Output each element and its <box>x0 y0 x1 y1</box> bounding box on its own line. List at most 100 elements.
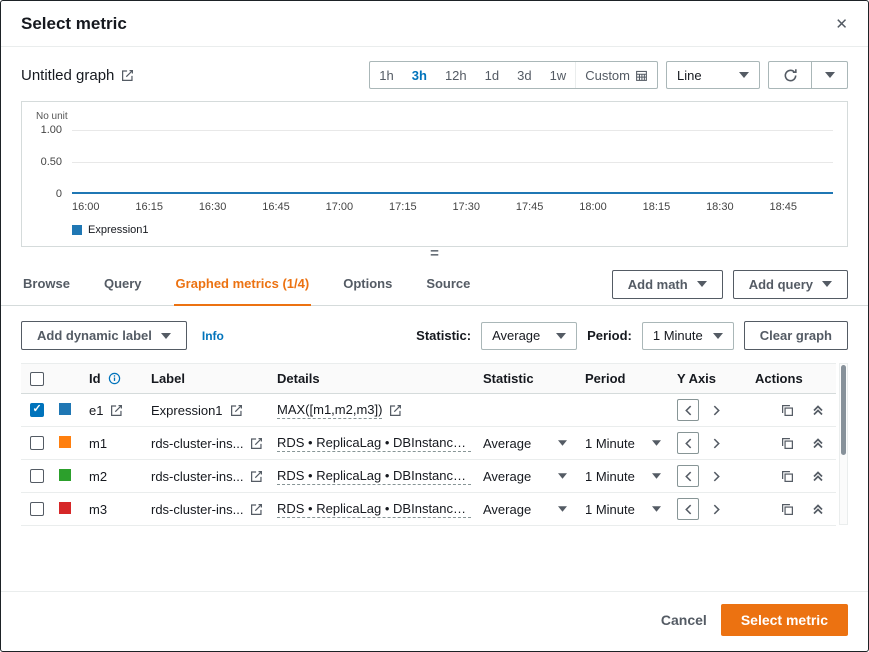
row-statistic-select[interactable]: Average <box>483 502 567 517</box>
time-range-3h[interactable]: 3h <box>403 62 436 88</box>
move-to-top-icon[interactable] <box>812 437 824 449</box>
add-math-label: Add math <box>628 277 688 292</box>
statistic-value: Average <box>492 328 540 343</box>
label-column-header: Label <box>151 371 185 386</box>
yaxis-left-button[interactable] <box>677 399 699 421</box>
tab-query[interactable]: Query <box>102 263 144 306</box>
row-period-select[interactable]: 1 Minute <box>585 469 661 484</box>
table-row: m2 rds-cluster-ins... RDS • ReplicaLag •… <box>21 460 836 493</box>
row-checkbox[interactable] <box>30 403 44 417</box>
gridline <box>72 130 833 131</box>
table-row: e1 Expression1 MAX([m1,m2,m3]) <box>21 394 836 427</box>
period-select[interactable]: 1 Minute <box>642 322 734 350</box>
y-tick: 0 <box>56 188 62 200</box>
add-dynamic-label-button[interactable]: Add dynamic label <box>21 321 187 350</box>
x-tick: 18:15 <box>643 201 706 213</box>
x-tick: 17:45 <box>516 201 579 213</box>
edit-id-icon[interactable] <box>110 404 123 417</box>
time-range-1d[interactable]: 1d <box>476 62 508 88</box>
info-icon[interactable] <box>108 372 121 385</box>
metric-details[interactable]: RDS • ReplicaLag • DBInstanceIde... <box>277 468 471 485</box>
tab-browse[interactable]: Browse <box>21 263 72 306</box>
x-tick: 18:30 <box>706 201 769 213</box>
duplicate-icon[interactable] <box>781 404 794 417</box>
row-period-select[interactable]: 1 Minute <box>585 502 661 517</box>
chevron-down-icon <box>652 440 661 446</box>
cancel-button[interactable]: Cancel <box>661 612 707 628</box>
tab-options[interactable]: Options <box>341 263 394 306</box>
resize-handle[interactable]: = <box>1 247 868 263</box>
row-statistic-select[interactable]: Average <box>483 436 567 451</box>
metric-label: rds-cluster-ins... <box>151 502 243 517</box>
period-label: Period: <box>587 328 632 343</box>
time-range-3d[interactable]: 3d <box>508 62 540 88</box>
select-all-checkbox[interactable] <box>30 372 44 386</box>
time-range-custom[interactable]: Custom <box>575 62 657 88</box>
calendar-icon <box>635 69 648 82</box>
metric-details[interactable]: RDS • ReplicaLag • DBInstanceIde... <box>277 501 471 518</box>
metric-color-swatch <box>59 403 71 415</box>
legend-label[interactable]: Expression1 <box>88 224 149 236</box>
row-statistic-select[interactable]: Average <box>483 469 567 484</box>
graph-title-wrap: Untitled graph <box>21 67 134 84</box>
chevron-down-icon <box>697 281 707 287</box>
chart-style-select[interactable]: Line <box>666 61 760 89</box>
duplicate-icon[interactable] <box>781 437 794 450</box>
row-checkbox[interactable] <box>30 502 44 516</box>
info-link[interactable]: Info <box>202 329 224 343</box>
edit-label-icon[interactable] <box>250 470 263 483</box>
metric-details[interactable]: MAX([m1,m2,m3]) <box>277 402 382 419</box>
row-checkbox[interactable] <box>30 469 44 483</box>
row-checkbox[interactable] <box>30 436 44 450</box>
table-scrollbar[interactable] <box>839 363 848 525</box>
add-math-button[interactable]: Add math <box>612 270 723 299</box>
chart-y-axis: 1.00 0.50 0 <box>36 130 72 194</box>
yaxis-right-button[interactable] <box>705 498 727 520</box>
close-icon[interactable]: ✕ <box>835 15 848 33</box>
statistic-select[interactable]: Average <box>481 322 577 350</box>
chevron-down-icon <box>558 506 567 512</box>
yaxis-right-button[interactable] <box>705 399 727 421</box>
refresh-options-button[interactable] <box>811 62 847 88</box>
refresh-button[interactable] <box>769 62 811 88</box>
id-column-header: Id <box>89 371 101 386</box>
move-to-top-icon[interactable] <box>812 503 824 515</box>
chevron-down-icon <box>652 473 661 479</box>
edit-label-icon[interactable] <box>250 437 263 450</box>
tabs-actions: Add math Add query <box>612 270 848 299</box>
edit-details-icon[interactable] <box>389 404 402 417</box>
time-range-custom-label: Custom <box>585 68 630 83</box>
move-to-top-icon[interactable] <box>812 404 824 416</box>
move-to-top-icon[interactable] <box>812 470 824 482</box>
duplicate-icon[interactable] <box>781 503 794 516</box>
time-range-1h[interactable]: 1h <box>370 62 402 88</box>
clear-graph-button[interactable]: Clear graph <box>744 321 848 350</box>
edit-graph-title-icon[interactable] <box>121 69 134 82</box>
x-tick: 17:30 <box>452 201 515 213</box>
time-range-1w[interactable]: 1w <box>541 62 576 88</box>
tabs-row: Browse Query Graphed metrics (1/4) Optio… <box>1 263 868 306</box>
duplicate-icon[interactable] <box>781 470 794 483</box>
chart-style-value: Line <box>677 68 702 83</box>
yaxis-right-button[interactable] <box>705 432 727 454</box>
yaxis-left-button[interactable] <box>677 432 699 454</box>
tab-source[interactable]: Source <box>424 263 472 306</box>
graph-title: Untitled graph <box>21 67 114 84</box>
add-query-button[interactable]: Add query <box>733 270 848 299</box>
yaxis-left-button[interactable] <box>677 498 699 520</box>
scrollbar-thumb[interactable] <box>841 365 846 455</box>
table-row: m3 rds-cluster-ins... RDS • ReplicaLag •… <box>21 493 836 526</box>
actions-column-header: Actions <box>749 371 836 386</box>
refresh-icon <box>783 68 798 83</box>
edit-label-icon[interactable] <box>230 404 243 417</box>
metric-id: e1 <box>89 403 103 418</box>
chevron-down-icon <box>558 440 567 446</box>
row-period-select[interactable]: 1 Minute <box>585 436 661 451</box>
metric-details[interactable]: RDS • ReplicaLag • DBInstanceIde... <box>277 435 471 452</box>
time-range-12h[interactable]: 12h <box>436 62 476 88</box>
yaxis-right-button[interactable] <box>705 465 727 487</box>
tab-graphed-metrics[interactable]: Graphed metrics (1/4) <box>174 263 312 306</box>
yaxis-left-button[interactable] <box>677 465 699 487</box>
edit-label-icon[interactable] <box>250 503 263 516</box>
select-metric-button[interactable]: Select metric <box>721 604 848 636</box>
